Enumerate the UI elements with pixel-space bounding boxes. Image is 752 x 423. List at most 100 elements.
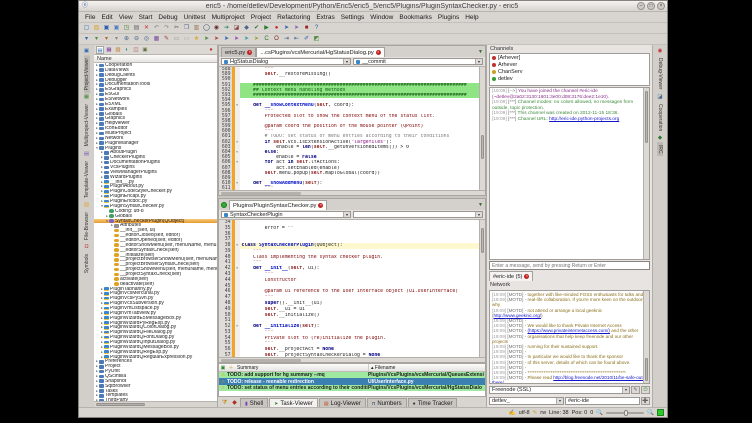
irc-message-input[interactable] xyxy=(489,261,650,270)
highlight-icon[interactable]: ★ xyxy=(192,35,201,44)
sidebar-tab-irc[interactable]: IRC xyxy=(657,142,663,157)
editor-top-vscrollbar[interactable] xyxy=(479,67,485,190)
bookmark-next-icon[interactable]: ▾ xyxy=(92,35,101,44)
close-icon[interactable]: × xyxy=(247,50,252,55)
zoom-out-icon[interactable]: 🔍 xyxy=(596,410,603,416)
resources-tab[interactable]: ▧ xyxy=(114,46,122,54)
task-row[interactable]: ⚠TODO: set status of menu entries accord… xyxy=(219,385,485,391)
scrollbar-handle[interactable] xyxy=(481,228,484,253)
tab-nav-icon[interactable] xyxy=(221,202,227,208)
menu-item-extras[interactable]: Extras xyxy=(313,14,337,21)
search-icon[interactable]: ◯ xyxy=(202,24,211,33)
back-icon[interactable]: ➤ xyxy=(292,24,301,33)
menu-item-help[interactable]: Help xyxy=(462,14,481,21)
uncomment-icon[interactable]: O xyxy=(272,35,281,44)
zoom-in-icon[interactable]: ⊕ xyxy=(122,35,131,44)
next-change-icon[interactable]: ➤ xyxy=(202,35,211,44)
chevron-down-icon[interactable]: ▼ xyxy=(475,212,482,217)
sidebar-tab-template-viewer[interactable]: Template-Viewer xyxy=(84,158,90,201)
maximize-button[interactable]: □ xyxy=(647,2,655,10)
paste-icon[interactable]: ▥ xyxy=(192,24,201,33)
pretty-icon[interactable]: ✐ xyxy=(302,35,311,44)
translations-tab[interactable]: ◐ xyxy=(123,46,131,54)
close-icon[interactable]: ✕ xyxy=(142,24,151,33)
undo-icon[interactable]: ↶ xyxy=(152,24,161,33)
menu-item-edit[interactable]: Edit xyxy=(98,14,115,21)
close-icon[interactable]: × xyxy=(524,274,529,279)
zoom-out-icon[interactable]: ⊖ xyxy=(132,35,141,44)
column-header-filename[interactable]: ▴ Filename xyxy=(368,364,485,372)
zoom-in-icon[interactable]: 🔍 xyxy=(647,410,654,416)
next-task-icon[interactable]: ➤ xyxy=(222,35,231,44)
join-channel-icon[interactable]: ➕ xyxy=(641,397,650,405)
menu-item-bookmarks[interactable]: Bookmarks xyxy=(396,14,435,21)
next-uncovered-icon[interactable]: ➤ xyxy=(242,35,251,44)
sidebar-tab-debug-viewer[interactable]: Debug-Viewer xyxy=(657,55,663,93)
stop-icon[interactable]: ■ xyxy=(302,24,311,33)
scrollbar-handle[interactable] xyxy=(645,358,648,381)
menu-item-project[interactable]: Project xyxy=(248,14,274,21)
editor-bottom-vscrollbar[interactable] xyxy=(479,220,485,357)
close-icon[interactable]: × xyxy=(376,50,381,55)
method-combo[interactable]: ▼ xyxy=(353,211,483,218)
chevron-down-icon[interactable]: ▼ xyxy=(343,212,350,217)
slider-handle[interactable] xyxy=(624,410,628,416)
tree-horizontal-scrollbar[interactable] xyxy=(94,401,217,407)
editor-bottom-hscrollbar[interactable] xyxy=(219,357,485,362)
sidebar-tab-symbols[interactable]: Symbols xyxy=(84,251,90,276)
edit-network-icon[interactable]: ✎ xyxy=(631,386,640,394)
close-button[interactable]: × xyxy=(657,2,665,10)
column-header-summary[interactable]: Summary xyxy=(235,364,368,372)
chevron-down-icon[interactable]: ▼ xyxy=(556,398,563,404)
prev-task-icon[interactable]: ➤ xyxy=(232,35,241,44)
menu-item-file[interactable]: File xyxy=(82,14,98,21)
menu-item-unittest[interactable]: Unittest xyxy=(181,14,209,21)
add-task-icon[interactable]: ＋ xyxy=(227,364,235,372)
autocomplete-icon[interactable]: ▭ xyxy=(172,35,181,44)
sidebar-tab-multiproject-viewer[interactable]: Multiproject-Viewer xyxy=(84,101,90,149)
redo-icon[interactable]: ↷ xyxy=(162,24,171,33)
sources-tab[interactable]: ▤ xyxy=(96,46,104,54)
check-icon[interactable]: ✔ xyxy=(252,24,261,33)
method-combo[interactable]: __commit ▼ xyxy=(353,58,483,65)
menu-item-settings[interactable]: Settings xyxy=(338,14,368,21)
preview-icon[interactable]: ▦ xyxy=(152,35,161,44)
calltip-icon[interactable]: ▭ xyxy=(182,35,191,44)
close-icon[interactable]: × xyxy=(318,203,323,208)
menu-item-plugins[interactable]: Plugins xyxy=(435,14,462,21)
connect-icon[interactable]: ⏻ xyxy=(641,386,650,394)
sidebar-tab-project-viewer[interactable]: Project-Viewer xyxy=(84,55,90,93)
scrollbar-handle[interactable] xyxy=(221,359,301,362)
chevron-down-icon[interactable]: ▼ xyxy=(622,387,629,393)
irc-user[interactable]: detlev xyxy=(490,75,649,82)
network-messages-scrollbar[interactable] xyxy=(643,291,649,383)
menu-item-window[interactable]: Window xyxy=(367,14,396,21)
spell-icon[interactable]: ✎ xyxy=(162,35,171,44)
scrollbar-handle[interactable] xyxy=(96,403,145,406)
editor-tab-csplugins-vcsmercurial-hgstatusdialog-py[interactable]: ...csPlugins/vcsMercurial/HgStatusDialog… xyxy=(256,47,384,57)
editor-top-code[interactable]: 588 """589 self.__restoreMissing()590591… xyxy=(219,67,485,190)
chevron-down-icon[interactable]: ▼ xyxy=(475,59,482,64)
bookmark-clear-icon[interactable]: ▾ xyxy=(112,35,121,44)
cut-icon[interactable]: ✂ xyxy=(172,24,181,33)
open-project-icon[interactable]: ◳ xyxy=(122,24,131,33)
profile-icon[interactable]: ◆ xyxy=(242,24,251,33)
copy-icon[interactable]: ❐ xyxy=(182,24,191,33)
minimize-button[interactable]: – xyxy=(637,2,645,10)
goto-icon[interactable]: ➔ xyxy=(222,24,231,33)
prev-change-icon[interactable]: ➤ xyxy=(212,35,221,44)
bookmark-icon[interactable]: ▾ xyxy=(82,35,91,44)
replace-icon[interactable]: ◉ xyxy=(212,24,221,33)
channel-name-field[interactable]: #eric-ide xyxy=(565,397,640,405)
tab-list-icon[interactable]: ▼ xyxy=(476,201,485,210)
channel-tab-eric-ide[interactable]: #eric-ide (5) × xyxy=(489,271,533,281)
comment-icon[interactable]: C xyxy=(262,35,271,44)
zoom-slider[interactable] xyxy=(606,412,644,414)
editor-tab-plugins-pluginsyntaxchecker-py[interactable]: Plugins/PluginSyntaxChecker.py× xyxy=(229,200,327,210)
sidebar-tab-cooperation[interactable]: Cooperation xyxy=(657,101,663,134)
irc-user[interactable]: Arhever xyxy=(490,61,649,68)
nick-combo[interactable]: detlev_ ▼ xyxy=(489,397,564,405)
class-combo[interactable]: SyntaxCheckerPlugin ▼ xyxy=(221,211,351,218)
irc-user[interactable]: ChanServ xyxy=(490,68,649,75)
task-row[interactable]: ⚠TODO: release - reenable redirectionUI/… xyxy=(219,378,485,384)
